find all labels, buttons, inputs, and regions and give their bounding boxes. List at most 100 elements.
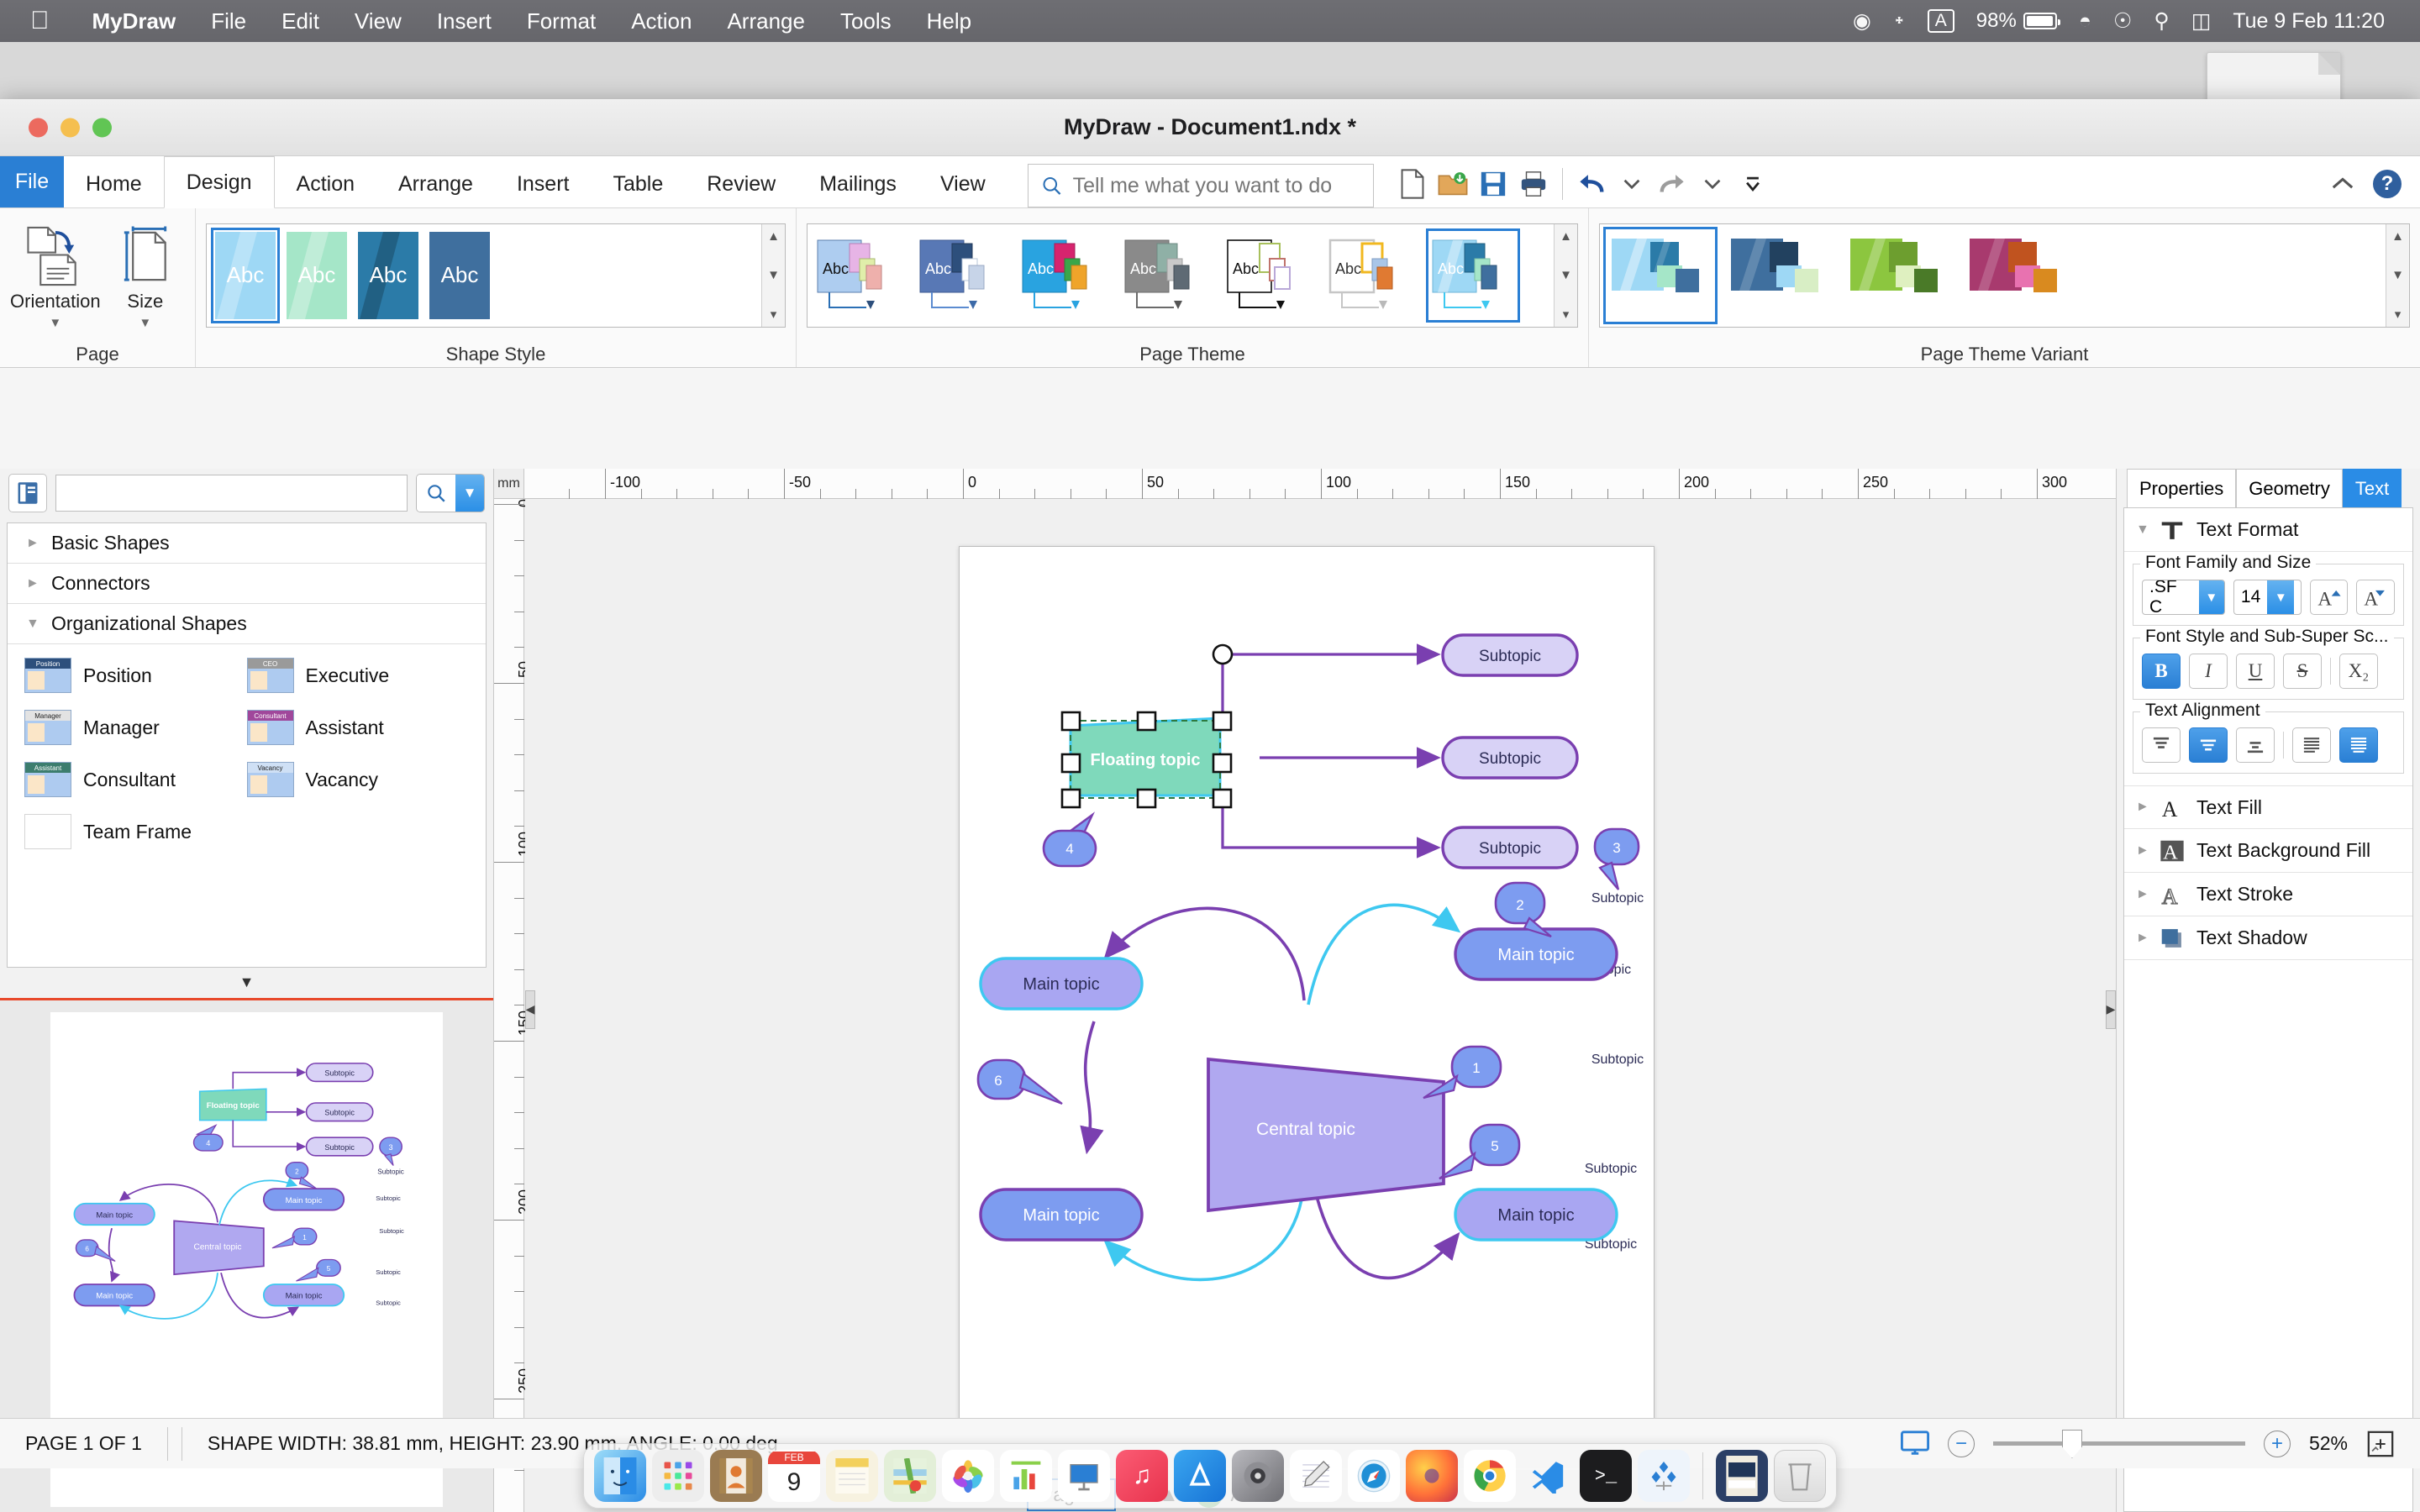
dock-item-vscode[interactable] — [1522, 1450, 1574, 1502]
close-button[interactable] — [29, 118, 48, 137]
shapes-search-field[interactable] — [55, 475, 408, 512]
section-text-shadow[interactable]: ► Text Shadow — [2124, 916, 2412, 960]
page-theme-card-5[interactable]: Abc — [1226, 234, 1310, 318]
dock-item-calendar[interactable]: FEB 9 — [768, 1450, 820, 1502]
zoom-slider-thumb[interactable] — [2061, 1430, 2082, 1458]
theme-variant-scroll[interactable]: ▲ ▼ ▾ — [2386, 223, 2409, 327]
dock-item-terminal[interactable]: >_ — [1580, 1450, 1632, 1502]
shape-item-manager[interactable]: Manager Manager — [24, 710, 247, 745]
theme-variant-card-4[interactable] — [1966, 232, 2070, 319]
save-icon[interactable] — [1473, 164, 1513, 204]
subscript-button[interactable]: X₂ — [2339, 654, 2378, 689]
dock-item-firefox[interactable] — [1406, 1450, 1458, 1502]
grow-font-icon[interactable]: A — [2309, 580, 2349, 615]
orientation-dropdown-icon[interactable]: ▼ — [49, 316, 61, 330]
dock-item-trash[interactable] — [1774, 1450, 1826, 1502]
shape-item-assistant[interactable]: Consultant Assistant — [246, 710, 470, 745]
tab-action[interactable]: Action — [275, 160, 376, 207]
vertical-ruler[interactable]: 0 50 100 150 200 250 — [494, 499, 533, 1512]
scroll-more-icon[interactable]: ▾ — [1563, 307, 1570, 322]
sidebar-item-connectors[interactable]: ► Connectors — [8, 564, 486, 604]
ribbon-collapse-button[interactable] — [2331, 176, 2354, 192]
menubar-item-help[interactable]: Help — [909, 8, 989, 34]
menubar-item-arrange[interactable]: Arrange — [709, 8, 823, 34]
menubar-item-tools[interactable]: Tools — [823, 8, 909, 34]
shrink-font-icon[interactable]: A — [2356, 580, 2395, 615]
bluetooth-icon[interactable]: ᛭ — [1893, 9, 1906, 34]
dock-item-chrome[interactable] — [1464, 1450, 1516, 1502]
page-theme-card-6[interactable]: Abc — [1328, 234, 1413, 318]
italic-button[interactable]: I — [2189, 654, 2228, 689]
presentation-icon[interactable] — [1900, 1430, 1929, 1457]
menubar-item-insert[interactable]: Insert — [419, 8, 509, 34]
dock-item-system-preferences[interactable] — [1232, 1450, 1284, 1502]
sidebar-item-organizational-shapes[interactable]: ▼ Organizational Shapes — [8, 604, 486, 644]
align-center-button[interactable] — [2339, 727, 2378, 763]
search-icon[interactable]: ⚲ — [2154, 8, 2169, 34]
tab-geometry[interactable]: Geometry — [2236, 469, 2343, 507]
menubar-item-view[interactable]: View — [337, 8, 419, 34]
menubar-clock[interactable]: Tue 9 Feb 11:20 — [2233, 9, 2385, 34]
page-theme-card-4[interactable]: Abc — [1123, 234, 1207, 318]
help-button[interactable]: ? — [2373, 170, 2402, 198]
shapes-search-button[interactable]: ▼ — [416, 474, 485, 512]
bold-button[interactable]: B — [2142, 654, 2181, 689]
shape-style-swatch-1[interactable]: Abc — [211, 227, 280, 323]
scroll-up-icon[interactable]: ▲ — [1560, 229, 1572, 244]
shape-item-executive[interactable]: CEO Executive — [246, 658, 470, 693]
scroll-more-icon[interactable]: ▾ — [771, 307, 777, 322]
shape-style-swatch-2[interactable]: Abc — [287, 231, 347, 319]
tab-review[interactable]: Review — [685, 160, 797, 207]
user-icon[interactable]: ☉ — [2113, 8, 2132, 34]
apple-logo-icon[interactable]:  — [30, 8, 50, 34]
menubar-item-format[interactable]: Format — [509, 8, 613, 34]
menubar-item-edit[interactable]: Edit — [264, 8, 337, 34]
shape-item-position[interactable]: Position Position — [24, 658, 247, 693]
tab-table[interactable]: Table — [591, 160, 685, 207]
tab-file[interactable]: File — [0, 155, 64, 207]
theme-variant-card-2[interactable] — [1728, 232, 1832, 319]
section-text-format[interactable]: ▼ Text Format — [2124, 508, 2412, 552]
font-family-select[interactable]: .SF C ▼ — [2142, 580, 2225, 615]
sidebar-item-basic-shapes[interactable]: ► Basic Shapes — [8, 523, 486, 564]
tab-design[interactable]: Design — [163, 156, 275, 208]
section-text-fill[interactable]: ► A Text Fill — [2124, 785, 2412, 829]
page-theme-gallery[interactable]: Abc Abc Abc Abc Abc Abc Abc ▲ ▼ ▾ — [807, 223, 1578, 328]
strikethrough-button[interactable]: S — [2283, 654, 2322, 689]
shape-item-team-frame[interactable]: Team Frame — [24, 814, 247, 849]
theme-variant-card-3[interactable] — [1847, 232, 1951, 319]
page-theme-card-3[interactable]: Abc — [1021, 234, 1105, 318]
dock-item-numbers[interactable] — [1000, 1450, 1052, 1502]
tell-me-search[interactable] — [1027, 164, 1374, 207]
dock-item-maps[interactable] — [884, 1450, 936, 1502]
align-top-button[interactable] — [2142, 727, 2181, 763]
right-panel-collapse-handle[interactable]: ▶ — [2106, 990, 2116, 1029]
tab-mailings[interactable]: Mailings — [797, 160, 918, 207]
fan-icon[interactable]: ◉ — [1853, 8, 1871, 34]
menubar-item-mydraw[interactable]: MyDraw — [75, 8, 194, 34]
scroll-more-icon[interactable]: ▾ — [2395, 307, 2402, 322]
dock-item-app-store[interactable] — [1174, 1450, 1226, 1502]
dock-item-photos[interactable] — [942, 1450, 994, 1502]
align-left-button[interactable] — [2292, 727, 2331, 763]
scroll-down-icon[interactable]: ▼ — [2391, 268, 2404, 282]
dock-item-music[interactable]: ♫ — [1116, 1450, 1168, 1502]
size-dropdown-icon[interactable]: ▼ — [139, 316, 151, 330]
redo-dropdown-icon[interactable] — [1692, 164, 1733, 204]
qat-more-icon[interactable] — [1733, 164, 1773, 204]
align-middle-button[interactable] — [2189, 727, 2228, 763]
chevron-down-icon[interactable]: ▼ — [455, 475, 484, 512]
theme-variant-card-1[interactable] — [1603, 226, 1718, 324]
tab-view[interactable]: View — [918, 160, 1007, 207]
zoom-out-button[interactable]: − — [1947, 1430, 1975, 1457]
dock-item-launchpad[interactable] — [652, 1450, 704, 1502]
dock-item-keynote[interactable] — [1058, 1450, 1110, 1502]
section-text-stroke[interactable]: ► A Text Stroke — [2124, 873, 2412, 916]
tab-home[interactable]: Home — [64, 160, 164, 207]
shape-style-gallery[interactable]: Abc Abc Abc Abc ▲ ▼ ▾ — [206, 223, 786, 328]
dock-item-safari[interactable] — [1348, 1450, 1400, 1502]
scroll-up-icon[interactable]: ▲ — [2391, 229, 2404, 244]
section-text-background-fill[interactable]: ► A Text Background Fill — [2124, 829, 2412, 873]
zoom-slider[interactable] — [1992, 1430, 2245, 1458]
orientation-button[interactable]: Orientation ▼ — [10, 220, 101, 330]
